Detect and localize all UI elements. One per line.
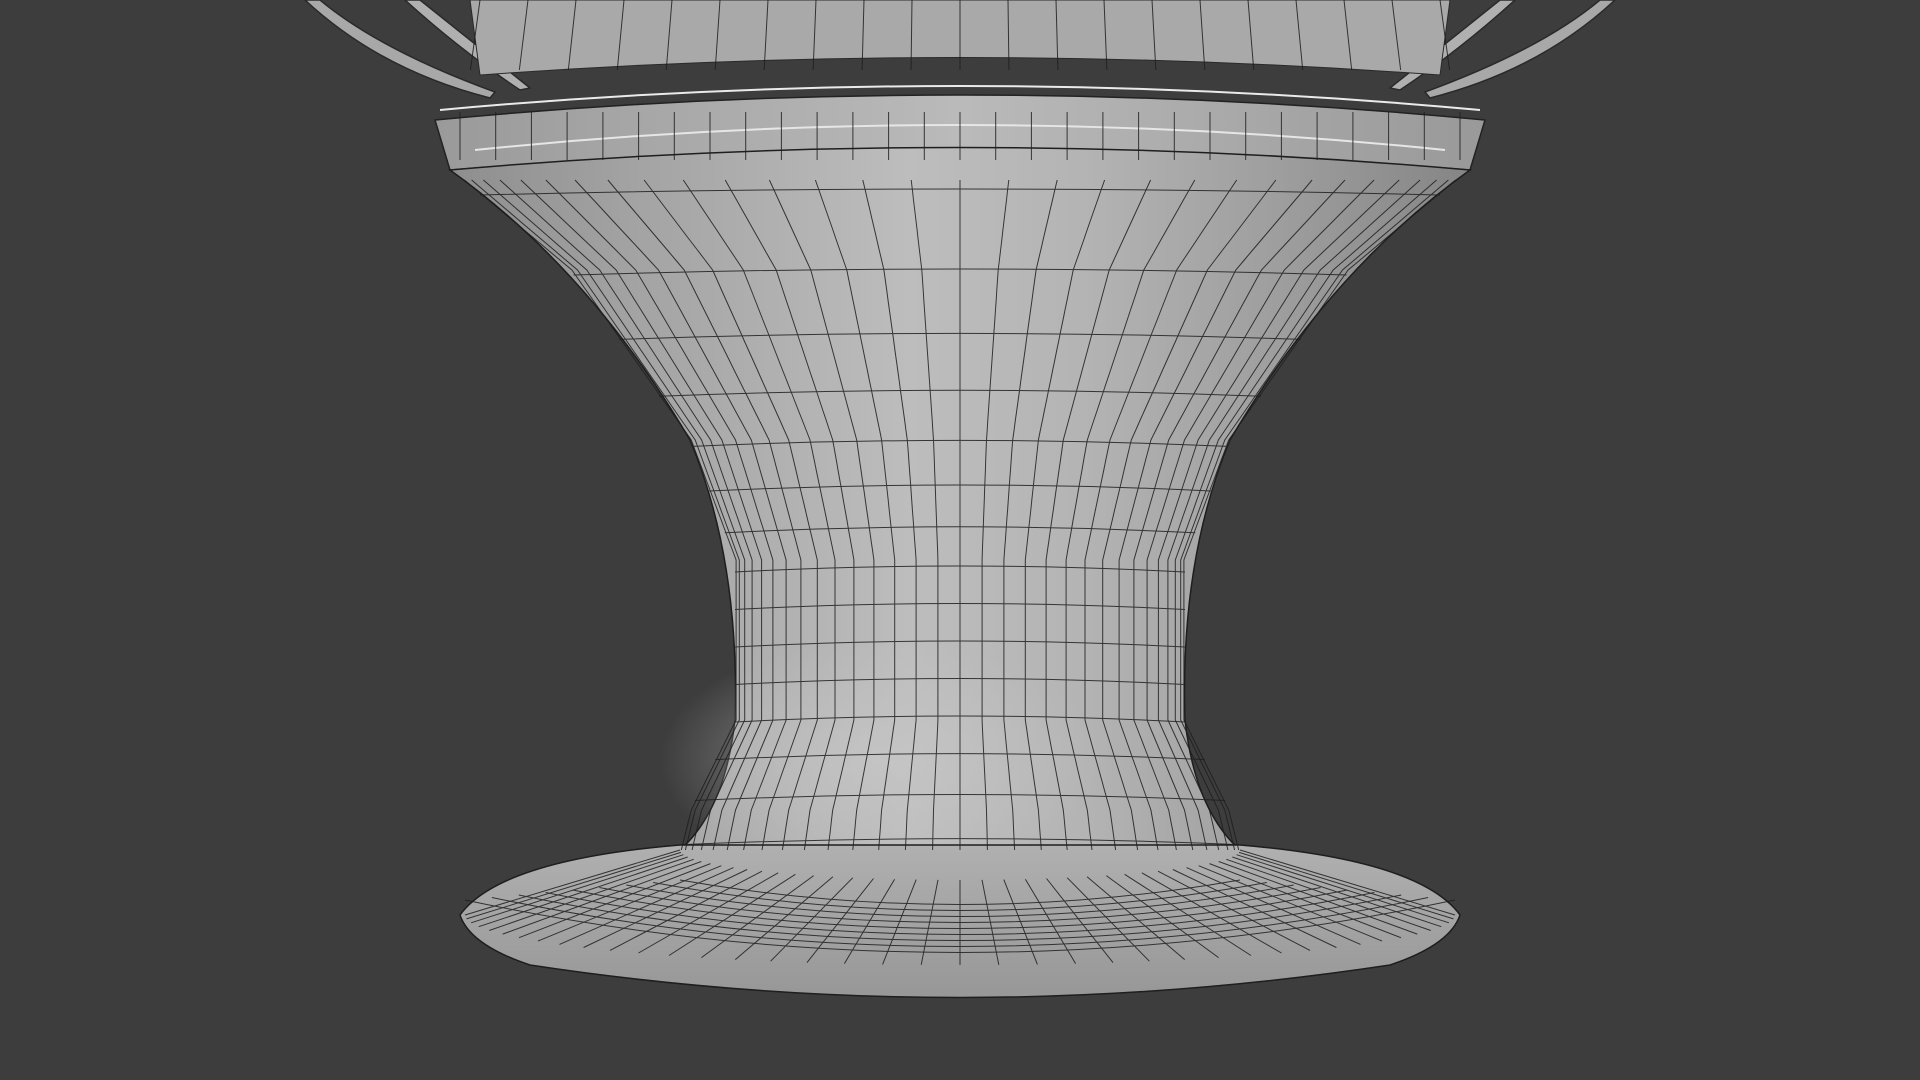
3d-viewport[interactable]	[0, 0, 1920, 1080]
scene-canvas[interactable]	[0, 0, 1920, 1080]
